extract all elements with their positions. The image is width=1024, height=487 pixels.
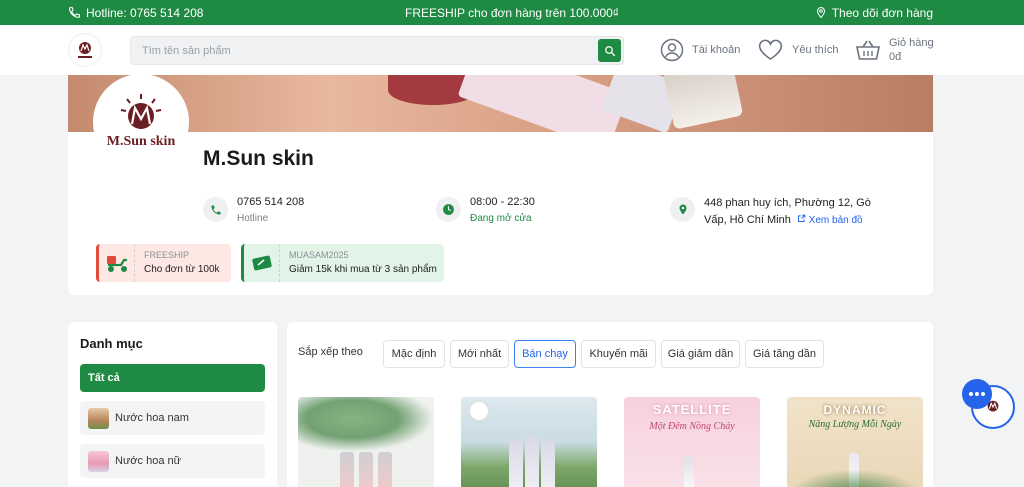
cart-summary: Giỏ hàng 0đ <box>889 36 934 64</box>
voucher-description: Cho đơn từ 100k <box>144 263 220 275</box>
location-pin-icon <box>816 6 825 19</box>
voucher-card[interactable]: MUASAM2025 Giảm 15k khi mua từ 3 sản phẩ… <box>241 244 444 282</box>
sort-option-best-selling[interactable]: Bán chạy <box>514 340 576 368</box>
shop-address-info: 448 phan huy ích, Phường 12, Gò Vấp, Hồ … <box>670 195 895 229</box>
shop-profile-card: M.Sun skin M.Sun skin 0765 514 208 Hotli… <box>68 75 933 295</box>
track-order-link[interactable]: Theo dõi đơn hàng <box>815 0 933 25</box>
user-icon <box>660 38 684 62</box>
sort-label: Sắp xếp theo <box>298 346 363 358</box>
category-label: Nước hoa nam <box>115 412 189 424</box>
category-thumbnail <box>88 450 109 472</box>
heart-icon <box>758 39 783 60</box>
brand-sun-logo-icon <box>120 94 162 129</box>
product-title: DYNAMIC <box>823 403 887 417</box>
product-subtitle: Một Đêm Nồng Cháy <box>649 421 735 432</box>
voucher-code: MUASAM2025 <box>289 249 349 260</box>
category-sidebar: Danh mục Tất cả Nước hoa nam Nước hoa nữ <box>68 322 277 487</box>
product-card[interactable]: SATELLITE Một Đêm Nồng Cháy <box>624 397 760 487</box>
cart-button[interactable]: Giỏ hàng 0đ <box>855 25 934 75</box>
category-item-men-perfume[interactable]: Nước hoa nam <box>80 401 265 435</box>
category-label: Nước hoa nữ <box>115 455 181 467</box>
brand-sun-logo-icon <box>78 42 92 58</box>
category-item-women-perfume[interactable]: Nước hoa nữ <box>80 444 265 478</box>
shop-hours-info: 08:00 - 22:30 Đang mở cửa <box>436 195 535 226</box>
voucher-card[interactable]: FREESHIP Cho đơn từ 100k <box>96 244 231 282</box>
favorites-label: Yêu thích <box>792 44 839 56</box>
cart-label: Giỏ hàng <box>889 37 934 49</box>
cart-total: 0đ <box>889 51 902 63</box>
clock-icon <box>436 197 461 222</box>
product-title: SATELLITE <box>652 402 732 417</box>
external-link-icon <box>797 214 806 222</box>
voucher-description: Giảm 15k khi mua từ 3 sản phẩm <box>289 263 437 275</box>
voucher-code: FREESHIP <box>144 249 190 260</box>
shop-phone[interactable]: 0765 514 208 <box>237 195 304 210</box>
shop-open-status: Đang mở cửa <box>470 213 532 224</box>
chat-button[interactable] <box>962 379 992 409</box>
category-title: Danh mục <box>80 336 143 351</box>
shop-cover-banner <box>68 75 933 132</box>
shop-phone-caption: Hotline <box>237 213 269 224</box>
track-order-text: Theo dõi đơn hàng <box>831 5 933 20</box>
account-label: Tài khoản <box>692 44 741 56</box>
shop-phone-info: 0765 514 208 Hotline <box>203 195 304 226</box>
map-pin-icon <box>670 197 695 222</box>
sort-option-default[interactable]: Mặc định <box>383 340 445 368</box>
sort-option-price-asc[interactable]: Giá tăng dần <box>745 340 824 368</box>
search-button[interactable] <box>598 39 621 62</box>
category-thumbnail <box>88 407 109 429</box>
view-map-link[interactable]: Xem bản đồ <box>797 214 863 226</box>
favorites-button[interactable]: Yêu thích <box>757 25 838 75</box>
search-input[interactable] <box>131 37 591 64</box>
sort-option-newest[interactable]: Mới nhất <box>450 340 509 368</box>
site-logo[interactable] <box>68 33 102 67</box>
account-button[interactable]: Tài khoản <box>660 25 740 75</box>
category-item-all[interactable]: Tất cả <box>80 364 265 392</box>
freeship-text: FREESHIP cho đơn hàng trên 100.000₫ <box>405 5 619 20</box>
sort-option-promotion[interactable]: Khuyến mãi <box>581 340 656 368</box>
top-announcement-bar: Hotline: 0765 514 208 FREESHIP cho đơn h… <box>0 0 1024 25</box>
search-bar <box>130 36 624 65</box>
category-label: Tất cả <box>88 372 120 384</box>
ticket-icon <box>244 244 280 282</box>
search-icon <box>604 45 615 56</box>
product-card[interactable] <box>461 397 597 487</box>
view-map-label: Xem bản đồ <box>808 215 863 226</box>
shop-name: M.Sun skin <box>203 147 314 170</box>
site-header: Tài khoản Yêu thích Giỏ hàng 0đ <box>0 25 1024 75</box>
shopping-basket-icon <box>856 40 880 60</box>
product-image <box>684 457 694 487</box>
sort-option-price-desc[interactable]: Giá giảm dần <box>661 340 740 368</box>
product-subtitle: Năng Lượng Mỗi Ngày <box>808 419 902 430</box>
shop-address-block: 448 phan huy ích, Phường 12, Gò Vấp, Hồ … <box>704 195 895 229</box>
shop-avatar-logo: M.Sun skin <box>96 77 186 167</box>
delivery-scooter-icon <box>99 244 135 282</box>
product-card[interactable] <box>298 397 434 487</box>
phone-call-icon <box>203 197 228 222</box>
chat-dots-icon <box>969 392 973 396</box>
product-listing: Sắp xếp theo Mặc định Mới nhất Bán chạy … <box>287 322 933 487</box>
product-card[interactable]: DYNAMIC Năng Lượng Mỗi Ngày <box>787 397 923 487</box>
shop-hours: 08:00 - 22:30 <box>470 196 535 208</box>
shop-logo-text: M.Sun skin <box>106 134 176 149</box>
brand-badge <box>469 401 489 421</box>
